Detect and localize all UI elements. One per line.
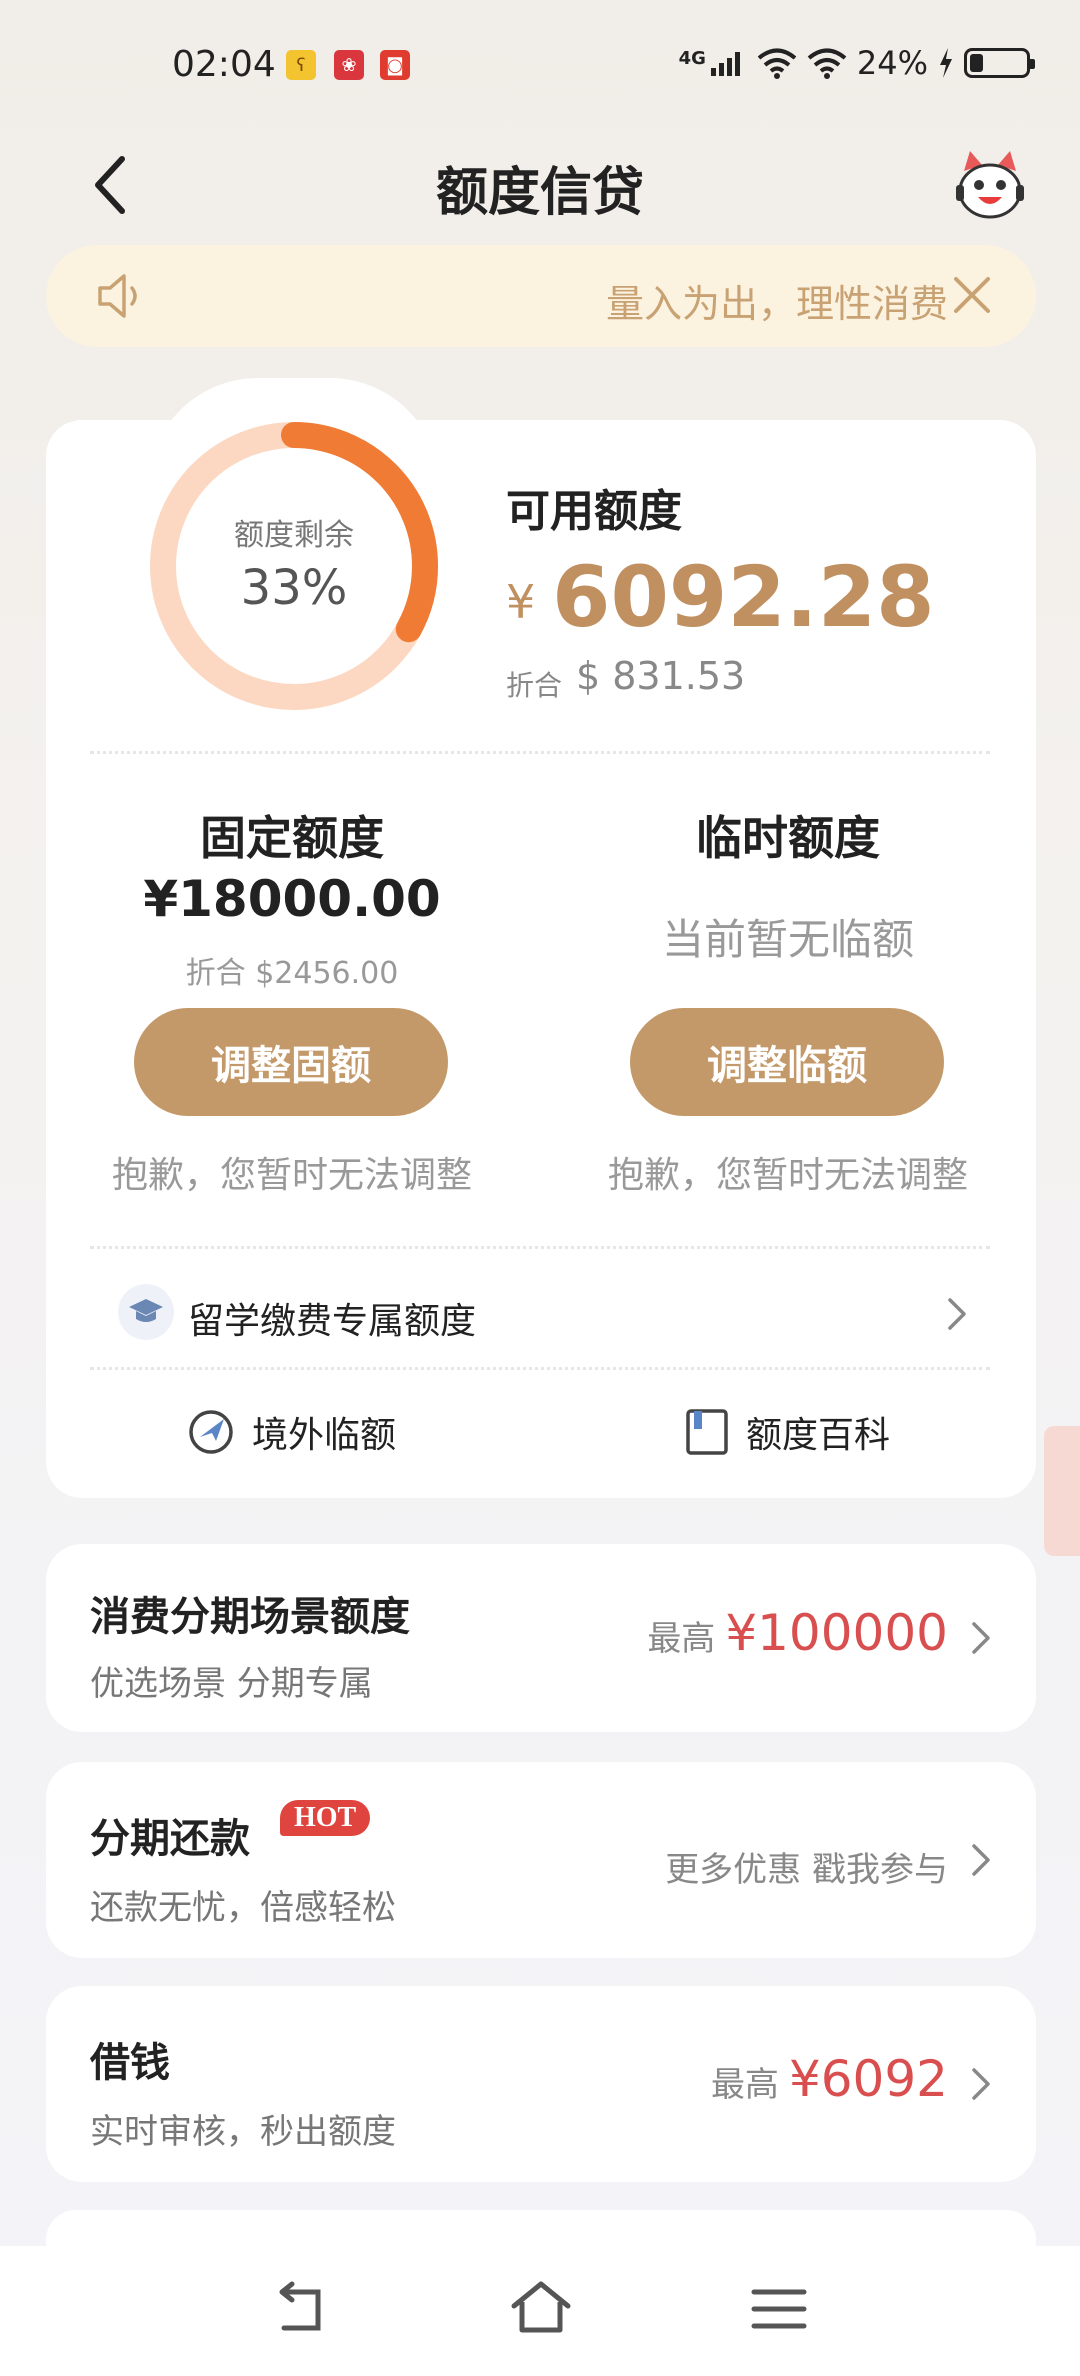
- notice-close-button[interactable]: [948, 271, 996, 319]
- installment-title: 消费分期场景额度: [90, 1594, 410, 1640]
- fixed-title: 固定额度: [200, 811, 384, 865]
- wifi-icon: [757, 48, 797, 79]
- repay-subtitle: 还款无忧，倍感轻松: [90, 1888, 396, 1928]
- charging-icon: [940, 48, 952, 78]
- borrow-amount: ¥6092: [788, 2050, 948, 2108]
- hot-badge: HOT: [280, 1800, 371, 1836]
- borrow-subtitle: 实时审核，秒出额度: [90, 2112, 396, 2152]
- overseas-temporary-link[interactable]: 境外临额: [186, 1406, 396, 1458]
- adjust-temporary-button[interactable]: 调整临额: [630, 1008, 944, 1116]
- system-nav-bar: [0, 2246, 1080, 2376]
- chevron-right-icon: [972, 2068, 990, 2100]
- ring-label: 额度剩余: [234, 518, 354, 553]
- ring-value: 33%: [240, 560, 348, 616]
- nav-back-button[interactable]: [266, 2280, 336, 2340]
- nav-menu-button[interactable]: [746, 2284, 812, 2334]
- installment-subtitle: 优选场景 分期专属: [90, 1664, 373, 1704]
- book-icon: [686, 1409, 728, 1455]
- menu-icon: [751, 2289, 807, 2329]
- temporary-note: 抱歉，您暂时无法调整: [607, 1155, 968, 1196]
- fixed-usd: 折合 $2456.00: [185, 956, 399, 991]
- study-fee-label: 留学缴费专属额度: [188, 1301, 477, 1342]
- repay-right-text: 更多优惠 戳我参与: [665, 1850, 948, 1890]
- adjust-fixed-button[interactable]: 调整固额: [134, 1008, 448, 1116]
- divider: [90, 1246, 990, 1249]
- divider: [90, 1367, 990, 1370]
- app-notification-icon: ❀: [334, 50, 364, 80]
- available-label: 可用额度: [506, 486, 682, 537]
- wifi-icon: [807, 48, 847, 79]
- battery-icon: [964, 48, 1035, 78]
- graduation-cap-icon: [118, 1284, 174, 1340]
- available-usd-prefix: 折合: [506, 669, 563, 702]
- status-time: 02:04: [172, 44, 276, 85]
- fixed-amount: ¥18000.00: [143, 870, 441, 928]
- mascot-icon: [956, 151, 1024, 219]
- installment-repay-card[interactable]: 分期还款 HOT 还款无忧，倍感轻松 更多优惠 戳我参与: [46, 1762, 1036, 1958]
- installment-right: 最高 ¥100000: [647, 1604, 948, 1662]
- borrow-card[interactable]: 借钱 实时审核，秒出额度 最高 ¥6092: [46, 1986, 1036, 2182]
- installment-scene-card[interactable]: 消费分期场景额度 优选场景 分期专属 最高 ¥100000: [46, 1544, 1036, 1732]
- installment-amount: ¥100000: [725, 1604, 948, 1662]
- repay-title: 分期还款: [90, 1816, 250, 1862]
- home-icon: [511, 2281, 571, 2333]
- credit-wiki-label: 额度百科: [746, 1415, 891, 1456]
- chevron-right-icon: [972, 1622, 990, 1654]
- installment-prefix: 最高: [647, 1619, 716, 1659]
- fixed-note: 抱歉，您暂时无法调整: [111, 1155, 472, 1196]
- chevron-right-icon: [948, 1298, 966, 1330]
- signal-label: 4G: [678, 48, 706, 69]
- customer-service-button[interactable]: [950, 145, 1030, 225]
- nav-home-button[interactable]: [506, 2276, 576, 2340]
- close-icon: [954, 277, 990, 313]
- temporary-empty: 当前暂无临额: [661, 915, 914, 964]
- overseas-temporary-label: 境外临额: [252, 1415, 397, 1456]
- available-usd: $ 831.53: [576, 654, 746, 698]
- battery-percent: 24%: [856, 44, 928, 82]
- plane-globe-icon: [189, 1410, 233, 1454]
- app-notification-icon: ◙: [380, 50, 410, 80]
- signal-icon: 4G: [679, 48, 747, 78]
- status-indicators: 4G 24%: [679, 44, 1035, 82]
- floating-side-tab[interactable]: [1044, 1426, 1080, 1556]
- app-notification-icon: ʕ: [286, 50, 316, 80]
- page-title: 额度信贷: [435, 163, 644, 223]
- borrow-right: 最高 ¥6092: [711, 2050, 948, 2108]
- borrow-prefix: 最高: [710, 2065, 779, 2105]
- available-currency: ¥: [506, 575, 536, 629]
- credit-wiki-link[interactable]: 额度百科: [684, 1406, 890, 1458]
- temporary-title: 临时额度: [696, 811, 880, 865]
- divider: [90, 751, 990, 754]
- available-amount: 6092.28: [552, 548, 935, 646]
- borrow-title: 借钱: [90, 2040, 170, 2086]
- back-icon: [279, 2281, 321, 2331]
- chevron-right-icon: [972, 1844, 990, 1876]
- speaker-icon: [96, 272, 148, 324]
- notice-bar[interactable]: 量入为出，理性消费: [46, 245, 1036, 347]
- notice-text: 量入为出，理性消费: [606, 282, 949, 326]
